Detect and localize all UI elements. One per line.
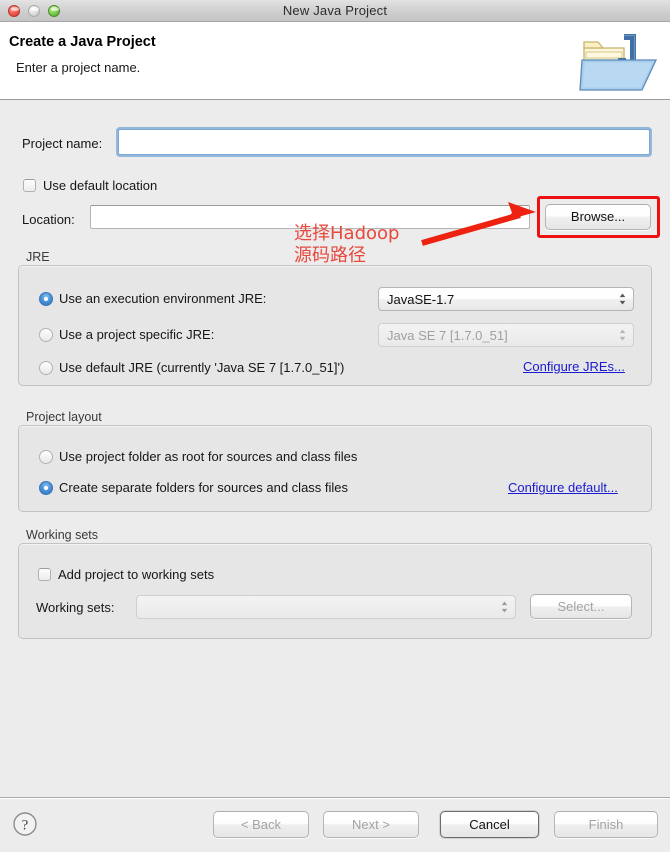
- wizard-header: Create a Java Project Enter a project na…: [0, 22, 670, 100]
- chevron-updown-icon: [501, 601, 508, 613]
- jre-group-title: JRE: [26, 250, 50, 264]
- jre-radio-project-specific[interactable]: [39, 328, 53, 342]
- page-title: Create a Java Project: [9, 34, 156, 50]
- jre-radio-default[interactable]: [39, 361, 53, 375]
- project-layout-option-label-1: Create separate folders for sources and …: [59, 480, 349, 495]
- working-sets-group-title: Working sets: [26, 528, 99, 542]
- project-specific-jre-combo[interactable]: Java SE 7 [1.7.0_51]: [378, 323, 634, 347]
- java-project-folder-icon: [579, 34, 658, 91]
- project-name-label: Project name:: [22, 136, 103, 151]
- cancel-button[interactable]: Cancel: [440, 811, 539, 838]
- next-button[interactable]: Next >: [323, 811, 419, 838]
- configure-jres-link[interactable]: Configure JREs...: [523, 359, 625, 374]
- jre-option-label-2: Use default JRE (currently 'Java SE 7 [1…: [59, 360, 345, 375]
- location-label: Location:: [22, 212, 75, 227]
- window-title: New Java Project: [282, 3, 388, 18]
- footer-separator: [0, 798, 670, 799]
- new-java-project-dialog: New Java Project Create a Java Project E…: [0, 0, 670, 852]
- dialog-body: Project name: Use default location Locat…: [0, 100, 670, 797]
- page-subtitle: Enter a project name.: [16, 60, 141, 75]
- chevron-updown-icon: [619, 293, 626, 305]
- execution-environment-combo[interactable]: JavaSE-1.7: [378, 287, 634, 311]
- svg-text:?: ?: [22, 818, 29, 834]
- jre-radio-execution-environment[interactable]: [39, 292, 53, 306]
- project-layout-option-label-0: Use project folder as root for sources a…: [59, 449, 358, 464]
- working-sets-select-button[interactable]: Select...: [530, 594, 632, 619]
- use-default-location-checkbox[interactable]: [23, 179, 36, 192]
- project-layout-group-title: Project layout: [26, 410, 102, 424]
- working-sets-combo[interactable]: [136, 595, 516, 619]
- layout-radio-separate-folders[interactable]: [39, 481, 53, 495]
- jre-option-label-0: Use an execution environment JRE:: [59, 291, 267, 306]
- chevron-updown-icon: [619, 329, 626, 341]
- help-question-icon[interactable]: ?: [12, 811, 38, 837]
- back-button[interactable]: < Back: [213, 811, 309, 838]
- execution-environment-value: JavaSE-1.7: [387, 292, 455, 307]
- configure-default-link[interactable]: Configure default...: [508, 480, 618, 495]
- project-specific-jre-value: Java SE 7 [1.7.0_51]: [387, 328, 508, 343]
- project-name-input[interactable]: [118, 129, 650, 155]
- annotation-text: 选择Hadoop 源码路径: [294, 223, 400, 266]
- titlebar: New Java Project: [0, 0, 670, 22]
- project-layout-group: [18, 425, 652, 512]
- use-default-location-label: Use default location: [43, 178, 158, 193]
- finish-button[interactable]: Finish: [554, 811, 658, 838]
- browse-button[interactable]: Browse...: [545, 204, 651, 230]
- add-project-to-working-sets-label: Add project to working sets: [58, 567, 215, 582]
- layout-radio-project-folder-root[interactable]: [39, 450, 53, 464]
- working-sets-group: [18, 543, 652, 639]
- add-project-to-working-sets-checkbox[interactable]: [38, 568, 51, 581]
- jre-option-label-1: Use a project specific JRE:: [59, 327, 215, 342]
- working-sets-label: Working sets:: [36, 600, 115, 615]
